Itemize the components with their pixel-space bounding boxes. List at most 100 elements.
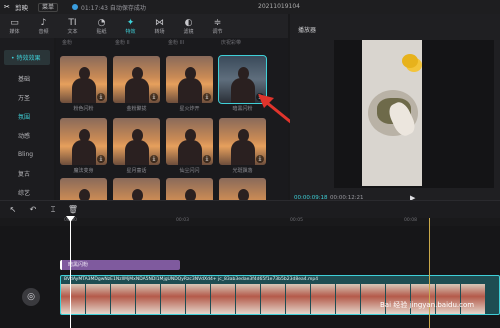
effect-thumbnail[interactable]: ⤓ — [113, 56, 160, 103]
effects-grid: 金粉 金粉 II 金粉 III 庆祝彩带 ⤓ ⤓ ⤓ ⤓ 粉色闪粉 金粉聚拢 星… — [56, 38, 288, 200]
effect-label: 仙尘闪闪 — [179, 168, 200, 174]
tab-media[interactable]: ▭ 媒体 — [0, 14, 29, 38]
split-icon[interactable]: ⌶ — [46, 203, 60, 217]
category-item[interactable]: 基础 — [0, 69, 54, 88]
timeline-toolbar: ↖ ↶ ⌶ 🗑 — [0, 200, 500, 218]
tab-transition[interactable]: ⋈ 转场 — [145, 14, 174, 38]
tab-label: 特效 — [125, 28, 136, 35]
effect-label: 星月童话 — [126, 168, 147, 174]
effect-thumbnail[interactable]: ⤓ — [113, 118, 160, 165]
tab-text[interactable]: TI 文本 — [58, 14, 87, 38]
app-logo-icon: ✂ — [4, 3, 10, 11]
category-item[interactable]: 动感 — [0, 126, 54, 145]
video-editor-window: ✂ 剪映 菜单 01:17:43 自动保存成功 20211019104 ▭ 媒体 … — [0, 0, 500, 328]
tab-filter[interactable]: ◐ 滤镜 — [174, 14, 203, 38]
sticker-icon: ◔ — [97, 17, 106, 28]
category-item-selected[interactable]: 氛围 — [0, 107, 54, 126]
category-item[interactable]: Bling — [0, 145, 54, 164]
column-header: 金粉 III — [168, 40, 185, 46]
flower-image — [402, 54, 418, 68]
playhead[interactable] — [70, 218, 71, 328]
category-header[interactable]: • 特效效果 — [4, 50, 50, 65]
effect-thumbnail[interactable]: ⤓ — [60, 118, 107, 165]
category-item[interactable]: 复古 — [0, 164, 54, 183]
tab-sticker[interactable]: ◔ 贴纸 — [87, 14, 116, 38]
silhouette-image — [176, 187, 204, 200]
effect-label: 金粉聚拢 — [126, 106, 147, 112]
effect-thumbnail[interactable]: ⤓ — [60, 56, 107, 103]
watermark: Bai 经验 jingyan.baidu.com — [380, 301, 475, 309]
effect-thumbnail[interactable]: ⤓ — [166, 56, 213, 103]
effect-clip[interactable]: 暗黑闪粉 — [60, 260, 180, 270]
audio-icon: ♪ — [40, 17, 47, 28]
effect-thumbnail[interactable] — [219, 178, 266, 200]
tab-effects[interactable]: ✦ 特效 — [116, 14, 145, 38]
column-header: 金粉 — [62, 40, 73, 46]
tab-label: 媒体 — [9, 28, 20, 35]
column-header: 庆祝彩带 — [221, 40, 242, 46]
autosave-status: 01:17:43 自动保存成功 — [72, 3, 146, 12]
text-icon: TI — [68, 17, 77, 28]
effect-category-list: • 特效效果 基础 万圣 氛围 动感 Bling 复古 综艺 — [0, 38, 54, 200]
player-panel: 播放器 00:00:09:18 00:00:12:21 ▶ — [290, 14, 500, 202]
download-icon[interactable]: ⤓ — [203, 93, 211, 101]
effect-label: 星火炸开 — [179, 106, 200, 112]
tab-adjust[interactable]: ≑ 调节 — [203, 14, 232, 38]
filter-icon: ◐ — [184, 17, 193, 28]
project-name: 20211019104 — [258, 3, 300, 10]
main-track-icon[interactable]: ◎ — [22, 288, 40, 306]
undo-icon[interactable]: ↶ — [26, 203, 40, 217]
effect-thumbnail[interactable] — [166, 178, 213, 200]
transition-icon: ⋈ — [155, 17, 164, 28]
effect-thumbnail[interactable]: ⤓ — [166, 118, 213, 165]
effect-label: 光斑飘落 — [232, 168, 253, 174]
tab-audio[interactable]: ♪ 音频 — [29, 14, 58, 38]
end-marker — [429, 218, 430, 328]
media-icon: ▭ — [10, 17, 19, 28]
download-icon[interactable]: ⤓ — [97, 93, 105, 101]
tab-label: 滤镜 — [183, 28, 194, 35]
title-bar: ✂ 剪映 菜单 01:17:43 自动保存成功 20211019104 — [0, 0, 500, 14]
silhouette-image — [229, 187, 257, 200]
silhouette-image — [70, 187, 98, 200]
effect-thumbnail[interactable] — [113, 178, 160, 200]
ruler-tick: 00:03 — [176, 218, 189, 223]
download-icon[interactable]: ⤓ — [150, 93, 158, 101]
silhouette-image — [123, 187, 151, 200]
download-icon[interactable]: ⤓ — [97, 155, 105, 163]
tab-label: 音频 — [38, 28, 49, 35]
silhouette-image — [123, 127, 151, 165]
effect-thumbnail[interactable] — [60, 178, 107, 200]
tab-label: 转场 — [154, 28, 165, 35]
timeline-tracks: 暗黑闪粉 BVdAyMTA3MDgwNzE1NzIlMjMxNDA5NDI1Mj… — [0, 226, 500, 328]
autosave-icon — [72, 4, 79, 10]
asset-toolbar: ▭ 媒体 ♪ 音频 TI 文本 ◔ 贴纸 ✦ 特效 ⋈ 转场 ◐ 滤镜 ≑ 调节 — [0, 14, 288, 38]
silhouette-image — [70, 127, 98, 165]
ruler-tick: 00:05 — [290, 218, 303, 223]
autosave-text: 01:17:43 自动保存成功 — [81, 4, 146, 12]
silhouette-image — [123, 65, 151, 103]
category-item[interactable]: 万圣 — [0, 88, 54, 107]
download-icon[interactable]: ⤓ — [150, 155, 158, 163]
silhouette-image — [176, 65, 204, 103]
tab-label: 文本 — [67, 28, 78, 35]
silhouette-image — [176, 127, 204, 165]
effects-icon: ✦ — [126, 17, 135, 28]
silhouette-image — [229, 127, 257, 165]
column-header: 金粉 II — [115, 40, 130, 46]
download-icon[interactable]: ⤓ — [203, 155, 211, 163]
effect-label: 粉色闪粉 — [73, 106, 94, 112]
menu-button[interactable]: 菜单 — [38, 2, 59, 12]
tab-label: 贴纸 — [96, 28, 107, 35]
ruler-tick: 00:08 — [404, 218, 417, 223]
video-clip-name: BVdAyMTA3MDgwNzE1NzIlMjMxNDA5NDI1MjgUNDQ… — [64, 277, 319, 282]
delete-icon[interactable]: 🗑 — [66, 203, 80, 217]
silhouette-image — [70, 65, 98, 103]
download-icon[interactable]: ⤓ — [256, 155, 264, 163]
select-cursor-icon[interactable]: ↖ — [6, 203, 20, 217]
video-frame — [362, 40, 422, 186]
tab-label: 调节 — [212, 28, 223, 35]
adjust-icon: ≑ — [213, 17, 222, 28]
silhouette-image — [229, 65, 257, 103]
timeline-ruler[interactable]: 00:00 00:03 00:05 00:08 — [0, 218, 500, 226]
